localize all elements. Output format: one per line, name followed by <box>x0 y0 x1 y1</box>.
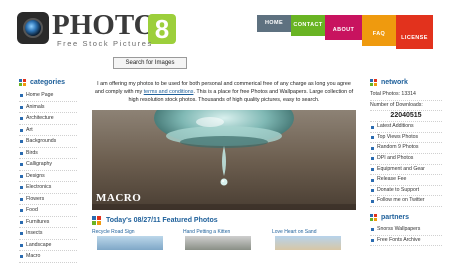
featured-icon <box>92 216 101 225</box>
search-images-button[interactable]: Search for Images <box>113 57 187 69</box>
category-food[interactable]: Food <box>19 205 77 217</box>
terms-link[interactable]: terms and conditions <box>144 89 194 95</box>
network-release-fee[interactable]: Release Fee <box>370 175 442 186</box>
site-tagline: Free Stock Pictures <box>57 39 153 48</box>
category-macro[interactable]: Macro <box>19 251 77 263</box>
categories-heading: categories <box>30 79 66 86</box>
featured-thumbnail-recycle[interactable] <box>97 236 163 250</box>
category-electronics[interactable]: Electronics <box>19 182 77 194</box>
category-flowers[interactable]: Flowers <box>19 194 77 205</box>
network-donate[interactable]: Donate to Support <box>370 186 442 197</box>
category-furnitures[interactable]: Furnitures <box>19 217 77 228</box>
downloads-label: Number of Downloads: <box>370 101 442 112</box>
category-art[interactable]: Art <box>19 125 77 136</box>
category-animals[interactable]: Animals <box>19 102 77 113</box>
intro-text: I am offering my photos to be used for b… <box>93 80 355 104</box>
partner-snorss-wallpapers[interactable]: Snorss Wallpapers <box>370 225 442 236</box>
network-latest-additions[interactable]: Latest Additions <box>370 122 442 133</box>
category-designs[interactable]: Designs <box>19 171 77 182</box>
category-architecture[interactable]: Architecture <box>19 113 77 125</box>
category-landscape[interactable]: Landscape <box>19 240 77 251</box>
downloads-count: 22040515 <box>370 111 442 123</box>
camera-lens-icon <box>23 18 43 38</box>
hero-photo[interactable]: MACRO <box>92 110 356 210</box>
nav-tab-faq[interactable]: FAQ <box>362 15 396 46</box>
nav-tab-license[interactable]: LICENSE <box>396 15 433 49</box>
featured-thumbnail-heart[interactable] <box>275 236 341 250</box>
site-header: PHOTOS 8 Free Stock Pictures HOME CONTAC… <box>0 0 450 52</box>
partner-free-fonts-archive[interactable]: Free Fonts Archive <box>370 236 442 247</box>
network-top-views[interactable]: Top Views Photos <box>370 133 442 144</box>
network-twitter[interactable]: Follow me on Twitter <box>370 196 442 207</box>
nav-tab-contact[interactable]: CONTACT <box>291 15 325 36</box>
network-icon <box>370 79 377 86</box>
network-heading: network <box>381 79 408 86</box>
nav-tab-about[interactable]: ABOUT <box>325 15 362 40</box>
featured-link-love-heart-sand[interactable]: Love Heart on Sand <box>272 229 316 235</box>
categories-sidebar: categories Home Page Animals Architectur… <box>19 78 77 263</box>
category-calligraphy[interactable]: Calligraphy <box>19 159 77 171</box>
category-birds[interactable]: Birds <box>19 148 77 159</box>
nav-tab-home[interactable]: HOME <box>257 15 291 32</box>
category-home-page[interactable]: Home Page <box>19 90 77 102</box>
featured-photos-title: Today's 08/27/11 Featured Photos <box>106 217 218 224</box>
featured-thumbnail-kitten[interactable] <box>185 236 251 250</box>
category-insects[interactable]: Insects <box>19 228 77 240</box>
featured-link-recycle-road-sign[interactable]: Recycle Road Sign <box>92 229 135 235</box>
partners-heading: partners <box>381 213 410 221</box>
categories-icon <box>19 79 26 86</box>
network-equipment-gear[interactable]: Equipment and Gear <box>370 165 442 176</box>
camera-logo-icon[interactable] <box>17 12 49 44</box>
network-random-photos[interactable]: Random 9 Photos <box>370 143 442 154</box>
category-backgrounds[interactable]: Backgrounds <box>19 136 77 148</box>
network-sidebar: network Total Photos: 13314 Number of Do… <box>370 78 442 247</box>
partners-icon <box>370 213 377 221</box>
total-photos-count: Total Photos: 13314 <box>370 90 442 101</box>
featured-link-hand-petting-kitten[interactable]: Hand Petting a Kitten <box>183 229 230 235</box>
network-dpi-photos[interactable]: DPI and Photos <box>370 154 442 165</box>
hero-caption: MACRO <box>96 192 142 204</box>
